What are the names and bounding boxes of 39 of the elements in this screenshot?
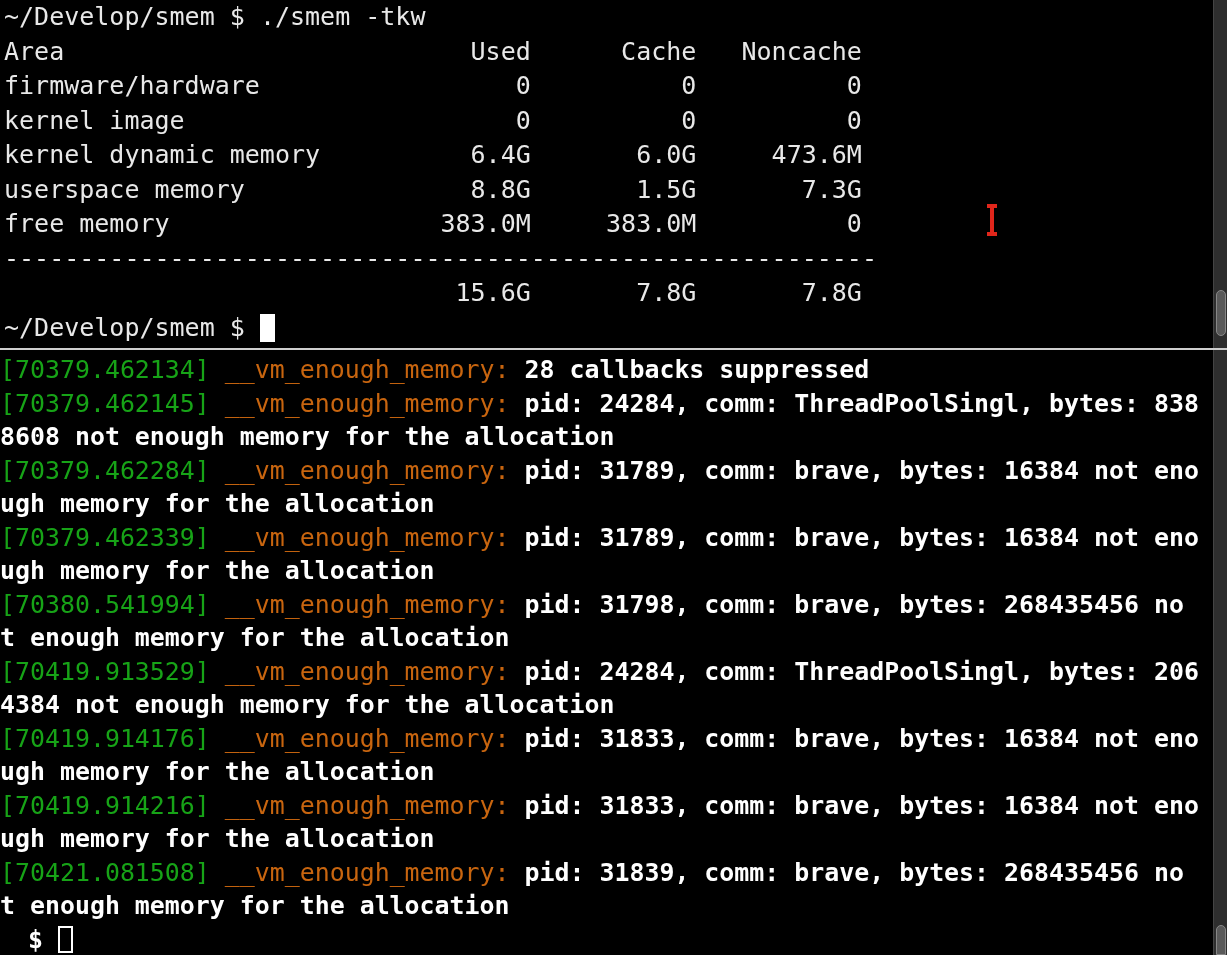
table-cell-text: 0 [845, 208, 862, 240]
table-cell-text: 8.8G [469, 173, 531, 206]
table-cell-text: 0 [514, 70, 531, 102]
log-line: [70379.462134] __vm_enough_memory: 28 callbacks suppressed [0, 354, 871, 386]
scrollbar-thumb[interactable] [1215, 290, 1226, 336]
table-cell-text: kernel image [4, 104, 186, 137]
table-cell-text: 0 [680, 70, 697, 102]
table-cell-text: 0 [680, 104, 697, 137]
table-cell-text: 383.0M [605, 208, 697, 240]
column-header: Noncache [740, 35, 862, 68]
table-cell-text: 0 [845, 104, 862, 137]
table-cell-text: 0 [845, 70, 862, 102]
table-cell-text: free memory [4, 208, 171, 240]
column-header: Used [469, 35, 531, 68]
table-cell-text: 0 [514, 104, 531, 137]
scrollbar[interactable] [1213, 350, 1227, 955]
text-cursor-icon [985, 204, 999, 236]
scrollbar[interactable] [1213, 0, 1227, 348]
shell-command: ./smem -tkw [259, 1, 426, 33]
shell-prompt: $ [28, 923, 43, 955]
column-header: Area [4, 35, 66, 68]
column-header: Cache [620, 35, 697, 68]
table-cell-text: 6.0G [635, 139, 697, 171]
log-line: [70421.081508] __vm_enough_memory: pid: 31839, comm: brave, bytes: 268435456 not enough memory for the allocation [0, 856, 1185, 922]
scrollbar-thumb[interactable] [1215, 925, 1226, 955]
shell-prompt: ~/Develop/smem $ [4, 1, 245, 33]
table-cell-text: firmware/hardware [4, 70, 261, 102]
table-cell-text: kernel dynamic memory [4, 139, 322, 171]
table-cell-text: 383.0M [439, 208, 531, 240]
total-cell-text: 7.8G [635, 277, 697, 309]
table-cell-text: 1.5G [635, 173, 697, 206]
table-cell-text: 6.4G [469, 139, 531, 171]
table-cell-text: 473.6M [770, 139, 862, 171]
separator-line: ---------------------------------------------------------- [4, 242, 878, 275]
total-cell-text: 7.8G [800, 277, 862, 309]
table-cell-text: userspace memory [4, 173, 246, 206]
table-cell-text: 7.3G [800, 173, 862, 206]
total-cell-text: 15.6G [454, 277, 531, 309]
shell-prompt: ~/Develop/smem $ [4, 311, 245, 344]
